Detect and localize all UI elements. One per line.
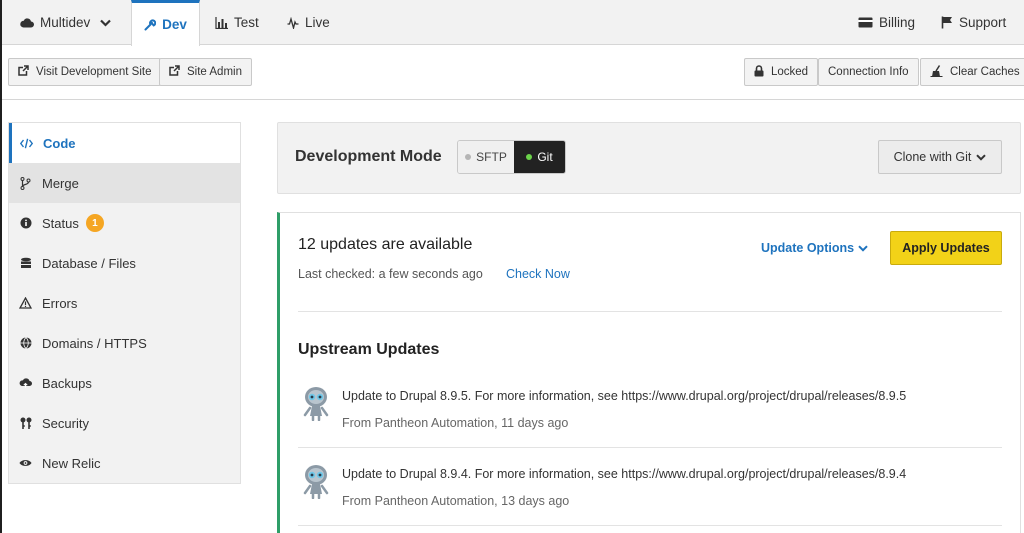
code-icon [20, 137, 33, 150]
clear-caches-label: Clear Caches [950, 66, 1020, 78]
multidev-label: Multidev [40, 15, 91, 30]
info-icon [19, 217, 32, 230]
locked-label: Locked [771, 66, 809, 78]
upstream-updates-title: Upstream Updates [298, 341, 440, 358]
apply-updates-button[interactable]: Apply Updates [890, 231, 1002, 265]
git-status-dot [526, 154, 533, 160]
window-edge [0, 0, 2, 533]
development-mode-title: Development Mode [295, 148, 442, 165]
chevron-down-icon [100, 19, 112, 27]
workflow-sidebar: Code Merge Status 1 Database / Files Err… [8, 122, 241, 484]
wrench-icon [144, 18, 157, 31]
site-admin-button[interactable]: Site Admin [159, 58, 252, 86]
site-admin-label: Site Admin [187, 66, 242, 78]
chevron-down-icon [976, 150, 987, 164]
multidev-dropdown[interactable]: Multidev [20, 0, 112, 45]
tab-test-label: Test [234, 15, 259, 30]
locked-button[interactable]: Locked [744, 58, 819, 86]
sidebar-item-errors[interactable]: Errors [9, 283, 240, 323]
pulse-icon [287, 16, 299, 29]
environment-tabs: Multidev Dev Test Live Billing Support [0, 0, 1024, 46]
sidebar-item-code[interactable]: Code [9, 123, 240, 163]
list-item: Update to Drupal 8.9.4. For more informa… [298, 463, 1002, 533]
cloud-icon [20, 17, 34, 28]
sidebar-item-domains-https[interactable]: Domains / HTTPS [9, 323, 240, 363]
updates-available-title: 12 updates are available [298, 236, 473, 253]
sidebar-item-new-relic[interactable]: New Relic [9, 443, 240, 483]
clone-with-git-label: Clone with Git [893, 150, 972, 164]
tab-dev-label: Dev [162, 17, 187, 32]
eye-icon [19, 457, 32, 470]
commit-meta: From Pantheon Automation, 13 days ago [342, 494, 570, 508]
sidebar-item-label: Domains / HTTPS [42, 335, 147, 351]
lock-icon [754, 64, 764, 80]
sidebar-item-security[interactable]: Security [9, 403, 240, 443]
robot-avatar [303, 465, 329, 499]
database-icon [19, 257, 32, 270]
list-item: Update to Drupal 8.9.5. For more informa… [298, 385, 1002, 461]
update-options-dropdown[interactable]: Update Options [761, 241, 868, 255]
tab-live[interactable]: Live [287, 0, 330, 45]
status-badge: 1 [85, 214, 104, 232]
external-link-icon [169, 65, 180, 79]
globe-icon [19, 337, 32, 350]
commit-message: Update to Drupal 8.9.4. For more informa… [342, 467, 907, 481]
git-mode-button[interactable]: Git [514, 141, 565, 173]
update-options-label: Update Options [761, 241, 855, 255]
tab-test[interactable]: Test [215, 0, 259, 45]
billing-label: Billing [879, 15, 916, 30]
divider [298, 525, 1002, 526]
environment-action-bar: Visit Development Site Site Admin Locked… [0, 46, 1024, 100]
visit-development-site-label: Visit Development Site [36, 66, 152, 78]
commit-message: Update to Drupal 8.9.5. For more informa… [342, 389, 907, 403]
sftp-mode-button[interactable]: SFTP [458, 141, 514, 173]
updates-panel: 12 updates are available Last checked: a… [277, 212, 1021, 533]
sidebar-item-label: Code [43, 135, 76, 151]
visit-development-site-button[interactable]: Visit Development Site [8, 58, 162, 86]
billing-link[interactable]: Billing [858, 0, 915, 45]
credit-card-icon [858, 17, 873, 28]
support-link[interactable]: Support [941, 0, 1006, 45]
divider [298, 311, 1002, 312]
keys-icon [19, 417, 32, 430]
connection-mode-toggle: SFTP Git [457, 140, 566, 174]
sidebar-item-label: Backups [42, 375, 92, 391]
git-label: Git [537, 150, 553, 164]
warning-icon [19, 297, 32, 310]
robot-avatar [303, 387, 329, 421]
connection-info-button[interactable]: Connection Info [818, 58, 919, 86]
branch-icon [19, 176, 32, 190]
sftp-status-dot [465, 154, 472, 160]
last-checked-text: Last checked: a few seconds ago [298, 267, 483, 281]
support-label: Support [959, 15, 1007, 30]
tab-dev[interactable]: Dev [131, 0, 200, 46]
sidebar-item-backups[interactable]: Backups [9, 363, 240, 403]
connection-info-label: Connection Info [828, 66, 909, 78]
commit-meta: From Pantheon Automation, 11 days ago [342, 416, 569, 430]
sidebar-item-merge[interactable]: Merge [9, 163, 240, 203]
development-mode-panel: Development Mode SFTP Git Clone with Git [277, 122, 1021, 194]
cloud-upload-icon [19, 377, 32, 390]
tab-live-label: Live [305, 15, 330, 30]
sidebar-item-label: Security [42, 415, 89, 431]
clone-with-git-button[interactable]: Clone with Git [878, 140, 1002, 174]
sidebar-item-label: Merge [42, 175, 79, 191]
chevron-down-icon [858, 241, 868, 255]
bar-chart-icon [215, 16, 228, 29]
broom-icon [930, 64, 943, 80]
divider [298, 447, 1002, 448]
sidebar-item-label: Status [42, 215, 79, 231]
sidebar-item-database-files[interactable]: Database / Files [9, 243, 240, 283]
sidebar-item-label: Errors [42, 295, 78, 311]
sftp-label: SFTP [476, 150, 507, 164]
sidebar-item-label: Database / Files [42, 255, 136, 271]
clear-caches-button[interactable]: Clear Caches [920, 58, 1024, 86]
sidebar-item-status[interactable]: Status 1 [9, 203, 240, 243]
sidebar-item-label: New Relic [42, 455, 101, 471]
external-link-icon [18, 65, 29, 79]
check-now-link[interactable]: Check Now [506, 267, 570, 281]
flag-icon [941, 16, 953, 29]
